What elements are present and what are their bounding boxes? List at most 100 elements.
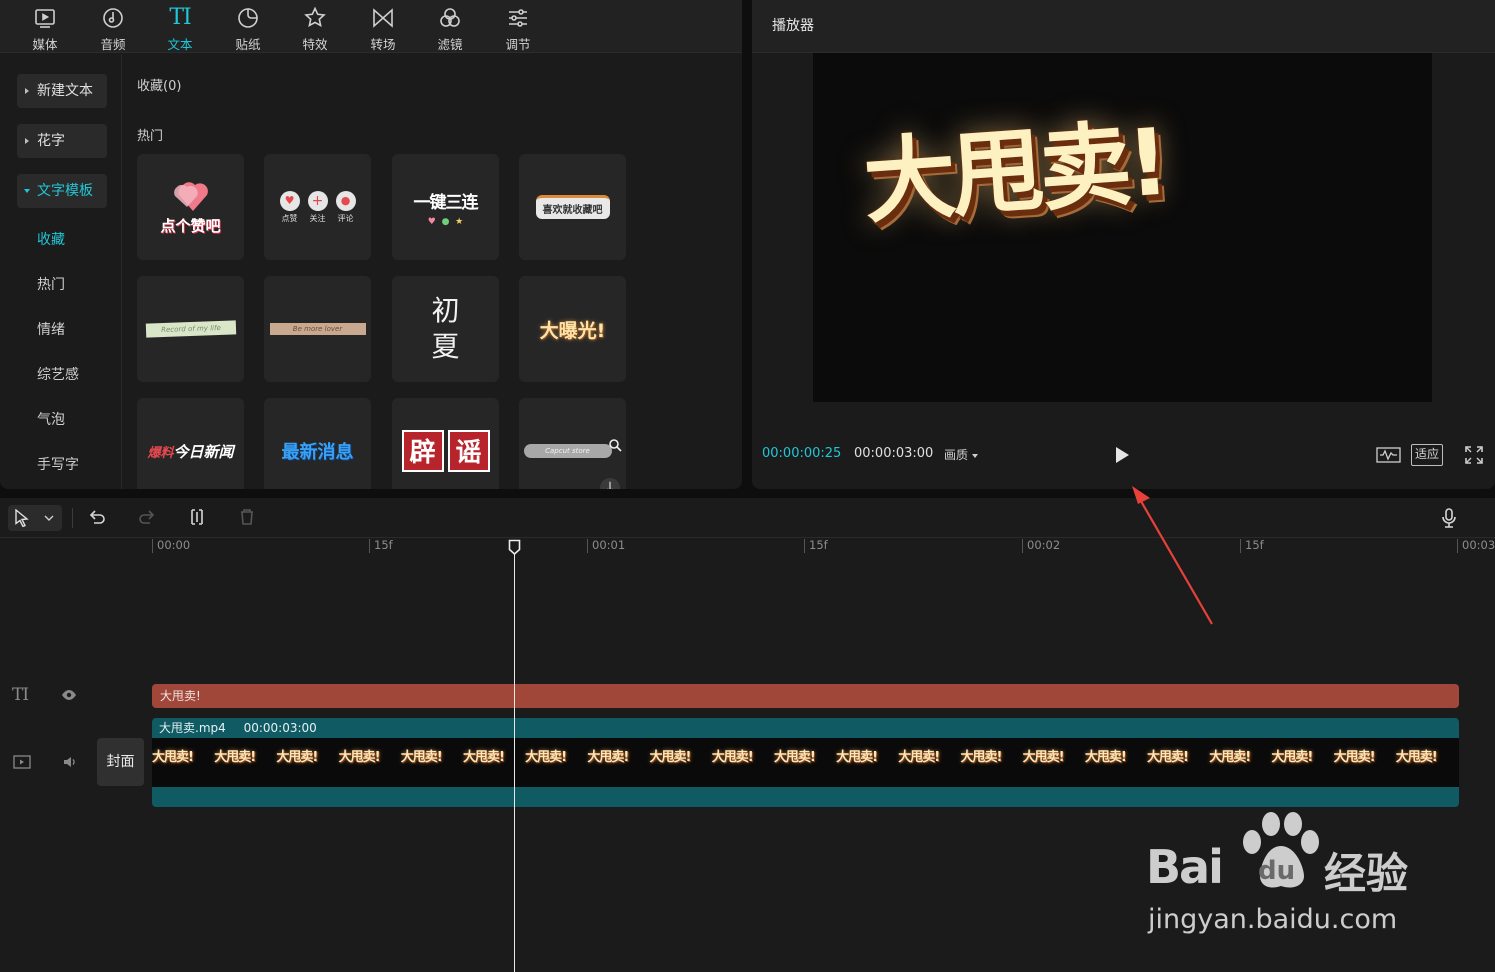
video-thumbnail-frame: 大甩卖! (525, 750, 567, 765)
watermark-cn: 经验 (1324, 849, 1409, 898)
new-text-button[interactable]: 新建文本 (17, 74, 107, 108)
template-tile[interactable]: 辟 谣 (392, 398, 499, 489)
text-template-button[interactable]: 文字模板 (17, 174, 107, 208)
video-thumbnail-frame: 大甩卖! (711, 750, 754, 765)
template-tile[interactable]: 大曝光! (519, 276, 626, 382)
video-clip[interactable]: 大甩卖.mp4 00:00:03:00 大甩卖! 大甩卖! 大甩卖! 大甩卖! 大甩卖!… (152, 718, 1459, 807)
template-text: 夏 (431, 330, 460, 363)
playhead-handle[interactable] (508, 539, 521, 555)
tab-text[interactable]: TI 文本 (154, 4, 206, 53)
tab-transition-label: 转场 (370, 37, 396, 52)
fancy-text-label: 花字 (37, 133, 65, 149)
video-thumbnail-frame: 大甩卖! (462, 750, 505, 765)
video-thumbnail-frame: 大甩卖! (214, 750, 256, 765)
tab-sticker[interactable]: 贴纸 (222, 4, 274, 52)
sidebar-item-variety[interactable]: 综艺感 (37, 364, 79, 384)
template-text: 大曝光! (539, 319, 606, 342)
tab-transition[interactable]: 转场 (357, 4, 409, 52)
video-thumbnail-frame: 大甩卖! (898, 750, 940, 765)
template-tile[interactable]: Capcut store (519, 398, 626, 489)
volume-icon[interactable] (62, 755, 78, 769)
tab-adjust-label: 调节 (505, 37, 531, 52)
sidebar-item-emotion[interactable]: 情绪 (37, 319, 65, 339)
tab-audio[interactable]: 音频 (87, 4, 139, 52)
tab-media[interactable]: 媒体 (19, 4, 71, 52)
template-tile[interactable]: 最新消息 (264, 398, 371, 489)
tab-adjust[interactable]: 调节 (492, 4, 544, 52)
chevron-down-icon (44, 515, 54, 521)
sidebar-item-hot[interactable]: 热门 (37, 274, 65, 294)
play-icon[interactable] (1114, 446, 1130, 464)
template-tile[interactable]: ♥ 点赞 + 关注 ● 评论 (264, 154, 371, 260)
fit-button[interactable]: 适应 (1411, 444, 1444, 466)
template-text: Record of my life (145, 320, 236, 338)
time-ruler[interactable]: 00:00 15f 00:01 15f 00:02 15f 00:03 (0, 538, 1495, 558)
template-tile[interactable]: 点个赞吧 (137, 154, 244, 260)
cover-button[interactable]: 封面 (97, 738, 144, 786)
template-text: 最新消息 (281, 442, 354, 463)
sidebar-item-favorites[interactable]: 收藏 (37, 229, 65, 249)
video-clip-name: 大甩卖.mp4 (159, 721, 226, 735)
template-tile[interactable]: 一键三连 ♥ ● ★ (392, 154, 499, 260)
select-tool-dropdown[interactable] (8, 505, 62, 531)
total-time: 00:00:03:00 (854, 446, 934, 461)
video-thumbnail-frame: 大甩卖! (587, 750, 629, 765)
template-tile[interactable]: Be more lover (264, 276, 371, 382)
quality-dropdown[interactable]: 画质 (944, 446, 979, 463)
waveform-icon[interactable] (1376, 444, 1401, 466)
tab-audio-label: 音频 (100, 37, 126, 52)
template-text: 辟 (401, 430, 444, 472)
tab-effects-label: 特效 (302, 37, 328, 52)
template-tile[interactable]: Record of my life (137, 276, 244, 382)
template-text: 关注 (309, 213, 326, 223)
template-text: 初 (431, 294, 460, 327)
video-thumbnail-frame: 大甩卖! (1333, 750, 1376, 765)
template-text: Capcut store (523, 444, 612, 458)
tab-text-label: 文本 (167, 37, 193, 52)
sidebar-item-bubble[interactable]: 气泡 (37, 409, 65, 429)
fancy-text-button[interactable]: 花字 (17, 124, 107, 158)
caret-down-icon (24, 189, 30, 193)
watermark-brand-du: du (1258, 856, 1296, 886)
new-text-label: 新建文本 (37, 83, 93, 99)
video-thumbnail-frame: 大甩卖! (773, 750, 816, 765)
microphone-icon[interactable] (1440, 507, 1458, 529)
text-category-sidebar: 新建文本 花字 文字模板 收藏 热门 情绪 综艺感 气泡 手写字 (0, 54, 122, 489)
template-follow: + 关注 (307, 190, 328, 223)
text-clip[interactable]: 大甩卖! (152, 684, 1459, 708)
effects-icon (304, 6, 326, 28)
player-title: 播放器 (752, 0, 1495, 53)
undo-icon[interactable] (87, 507, 107, 527)
tab-filter-label: 滤镜 (437, 37, 463, 52)
asset-toolbar: 媒体 音频 TI 文本 贴纸 特效 转场 滤镜 调节 (0, 0, 742, 53)
video-thumbnail-frame: 大甩卖! (152, 750, 194, 765)
ruler-label: 00:01 (587, 539, 625, 553)
sidebar-item-handwriting[interactable]: 手写字 (37, 454, 79, 474)
tab-filter[interactable]: 滤镜 (424, 4, 476, 52)
ruler-label: 15f (1240, 539, 1264, 553)
text-icon: TI (169, 5, 191, 30)
template-comment: ● 评论 (335, 190, 356, 224)
delete-icon[interactable] (237, 507, 257, 527)
template-text: 评论 (337, 213, 354, 223)
tab-sticker-label: 贴纸 (235, 37, 261, 52)
caret-right-icon (25, 138, 29, 144)
favorites-heading: 收藏(0) (137, 79, 182, 94)
template-tile[interactable]: 爆料 今日新闻 (137, 398, 244, 489)
split-icon[interactable] (187, 507, 207, 527)
tab-effects[interactable]: 特效 (289, 4, 341, 52)
eye-icon[interactable] (61, 687, 77, 703)
search-icon (608, 439, 622, 452)
template-tile[interactable]: 喜欢就收藏吧 (519, 154, 626, 260)
template-tile[interactable]: 初 夏 (392, 276, 499, 382)
redo-icon[interactable] (137, 507, 157, 527)
adjust-icon (509, 9, 527, 27)
fullscreen-icon[interactable] (1464, 444, 1484, 466)
video-thumbnail-frame: 大甩卖! (1209, 750, 1251, 765)
template-text: 喜欢就收藏吧 (535, 195, 610, 219)
transition-icon (373, 8, 393, 28)
video-thumbnail-frame: 大甩卖! (960, 750, 1002, 765)
video-preview[interactable]: 大甩卖! (813, 53, 1432, 402)
video-thumbnail-frame: 大甩卖! (400, 750, 443, 765)
template-text: 点个赞吧 (160, 216, 221, 235)
